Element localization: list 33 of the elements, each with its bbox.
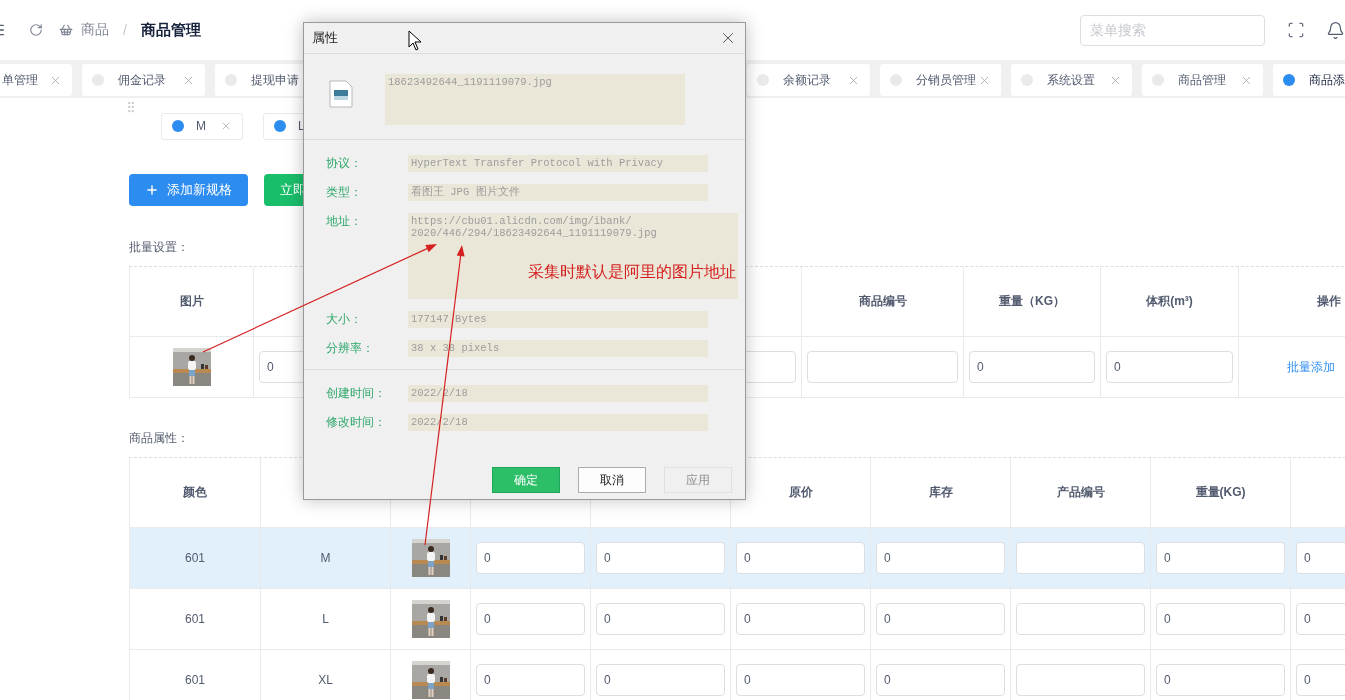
breadcrumb-item: 商品管理 <box>140 20 201 40</box>
column-header: 原价 <box>788 484 813 501</box>
column-header: 颜色 <box>183 484 207 501</box>
section-title: 批量设置： <box>129 239 190 256</box>
field-label: 协议： <box>326 155 363 172</box>
field-value: 看图王 JPG 图片文件 <box>408 184 708 201</box>
column-header: 重量(KG) <box>1195 484 1246 501</box>
column-header: 产品编号 <box>1056 484 1105 501</box>
table-cell: 601 <box>185 673 205 687</box>
breadcrumb-separator: / <box>123 22 127 38</box>
table-cell: 601 <box>185 612 205 626</box>
column-header: 商品编号 <box>858 293 907 310</box>
field-label: 分辨率： <box>326 340 375 357</box>
field-label: 类型： <box>326 184 363 201</box>
column-header: 重量（KG） <box>999 293 1065 310</box>
table-cell: 601 <box>185 551 205 565</box>
field-label: 地址： <box>326 213 363 230</box>
field-label: 大小： <box>326 311 363 328</box>
table-cell: M <box>320 551 331 565</box>
section-title: 商品属性： <box>129 430 190 447</box>
column-header: 操作 <box>1316 293 1341 310</box>
table-cell: XL <box>318 673 333 687</box>
field-label: 创建时间： <box>326 385 387 402</box>
field-value: 177147 Bytes <box>408 311 708 328</box>
table-cell: L <box>322 612 329 626</box>
field-label: 修改时间： <box>326 414 387 431</box>
annotation-text: 采集时默认是阿里的图片地址 <box>528 262 736 282</box>
column-header: 体积(m³) <box>1146 293 1193 310</box>
column-header: 图片 <box>179 293 204 310</box>
dialog-title: 属性 <box>312 29 338 47</box>
field-value: HyperText Transfer Protocol with Privacy <box>408 155 708 172</box>
column-header: 库存 <box>928 484 953 501</box>
file-name-field: 18623492644_1191119079.jpg <box>385 74 685 125</box>
